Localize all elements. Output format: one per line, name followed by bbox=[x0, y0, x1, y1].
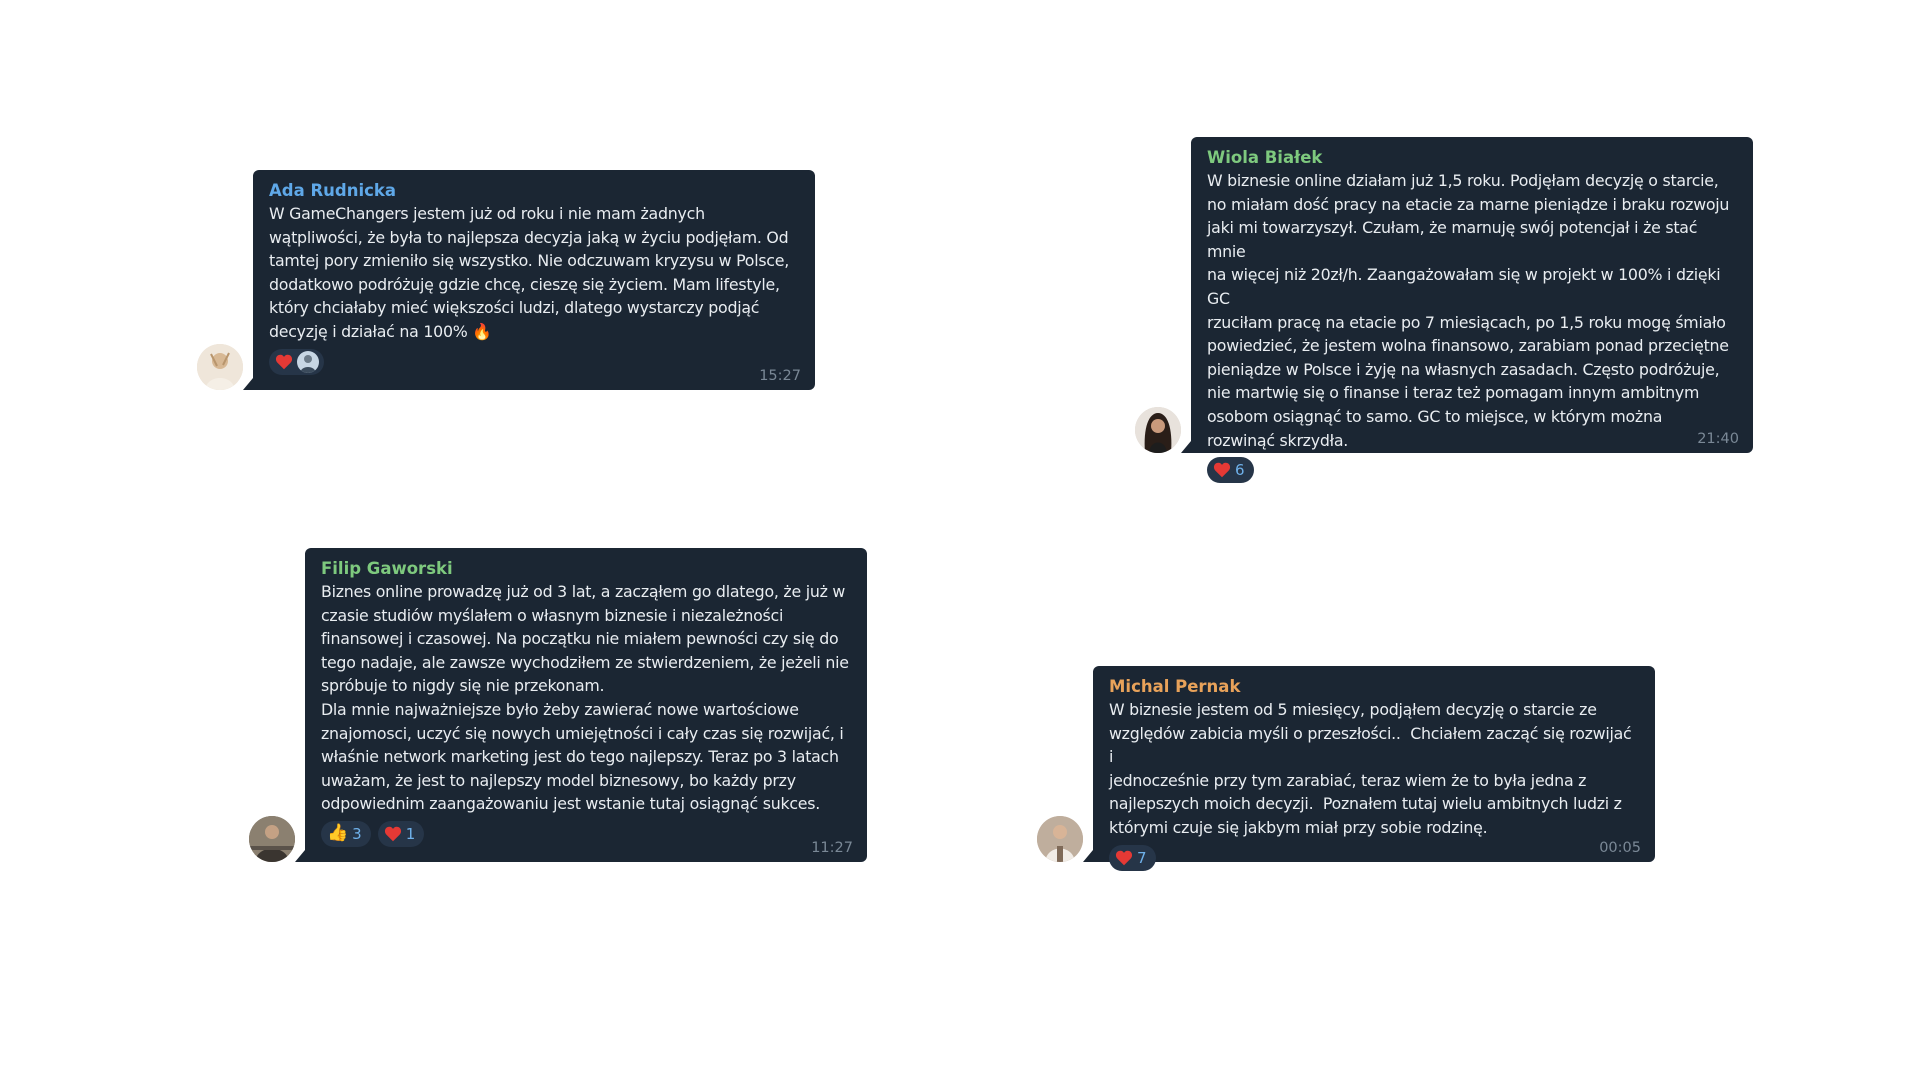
message-text: W biznesie jestem od 5 miesięcy, podjąłe… bbox=[1109, 700, 1632, 837]
user-avatar-icon bbox=[1135, 407, 1181, 453]
user-avatar-icon bbox=[1037, 816, 1083, 862]
testimonials-canvas: Ada Rudnicka W GameChangers jestem już o… bbox=[0, 0, 1920, 1080]
message-filip: Filip Gaworski Biznes online prowadzę ju… bbox=[249, 548, 869, 862]
message-bubble[interactable]: Ada Rudnicka W GameChangers jestem już o… bbox=[253, 170, 815, 390]
reactions: 7 bbox=[1109, 844, 1639, 872]
message-time: 00:05 bbox=[1599, 840, 1641, 856]
thumbs-up-icon: 👍 bbox=[327, 823, 349, 844]
message-text: W biznesie online działam już 1,5 roku. … bbox=[1207, 171, 1730, 450]
message-bubble[interactable]: Wiola Białek W biznesie online działam j… bbox=[1191, 137, 1753, 484]
heart-icon bbox=[1213, 462, 1231, 478]
message-text: W GameChangers jestem już od roku i nie … bbox=[269, 204, 789, 341]
reactor-avatar-icon bbox=[297, 350, 319, 373]
reactions: 👍 3 1 bbox=[321, 820, 851, 848]
avatar[interactable] bbox=[1135, 407, 1181, 453]
sender-name[interactable]: Ada Rudnicka bbox=[269, 181, 799, 201]
message-bubble[interactable]: Michal Pernak W biznesie jestem od 5 mie… bbox=[1093, 666, 1655, 871]
reaction-heart[interactable]: 6 bbox=[1207, 457, 1254, 484]
message-time: 15:27 bbox=[759, 368, 801, 384]
sender-name[interactable]: Michal Pernak bbox=[1109, 677, 1639, 697]
message-michal: Michal Pernak W biznesie jestem od 5 mie… bbox=[1037, 666, 1657, 871]
message-time: 21:40 bbox=[1697, 431, 1739, 447]
message-time: 11:27 bbox=[811, 840, 853, 856]
heart-icon bbox=[275, 354, 293, 369]
avatar[interactable] bbox=[249, 816, 295, 862]
reaction-count: 7 bbox=[1137, 848, 1147, 867]
reaction-count: 3 bbox=[352, 824, 362, 843]
user-avatar-icon bbox=[197, 344, 243, 390]
reactions: 6 bbox=[1207, 456, 1737, 484]
message-text: Biznes online prowadzę już od 3 lat, a z… bbox=[321, 582, 849, 814]
message-wiola: Wiola Białek W biznesie online działam j… bbox=[1135, 137, 1755, 484]
reaction-count: 1 bbox=[405, 824, 416, 843]
avatar[interactable] bbox=[197, 344, 243, 390]
reactions bbox=[269, 348, 799, 376]
sender-name[interactable]: Wiola Białek bbox=[1207, 148, 1737, 168]
message-ada: Ada Rudnicka W GameChangers jestem już o… bbox=[197, 170, 817, 390]
user-avatar-icon bbox=[249, 816, 295, 862]
message-bubble[interactable]: Filip Gaworski Biznes online prowadzę ju… bbox=[305, 548, 867, 862]
reaction-thumbs-up[interactable]: 👍 3 bbox=[321, 820, 371, 847]
reaction-heart[interactable] bbox=[269, 348, 324, 375]
reaction-count: 6 bbox=[1235, 461, 1245, 480]
heart-icon bbox=[1115, 850, 1133, 865]
sender-name[interactable]: Filip Gaworski bbox=[321, 559, 851, 579]
heart-icon bbox=[384, 826, 401, 842]
reaction-heart[interactable]: 7 bbox=[1109, 844, 1156, 871]
reaction-heart[interactable]: 1 bbox=[377, 820, 425, 847]
avatar[interactable] bbox=[1037, 816, 1083, 862]
